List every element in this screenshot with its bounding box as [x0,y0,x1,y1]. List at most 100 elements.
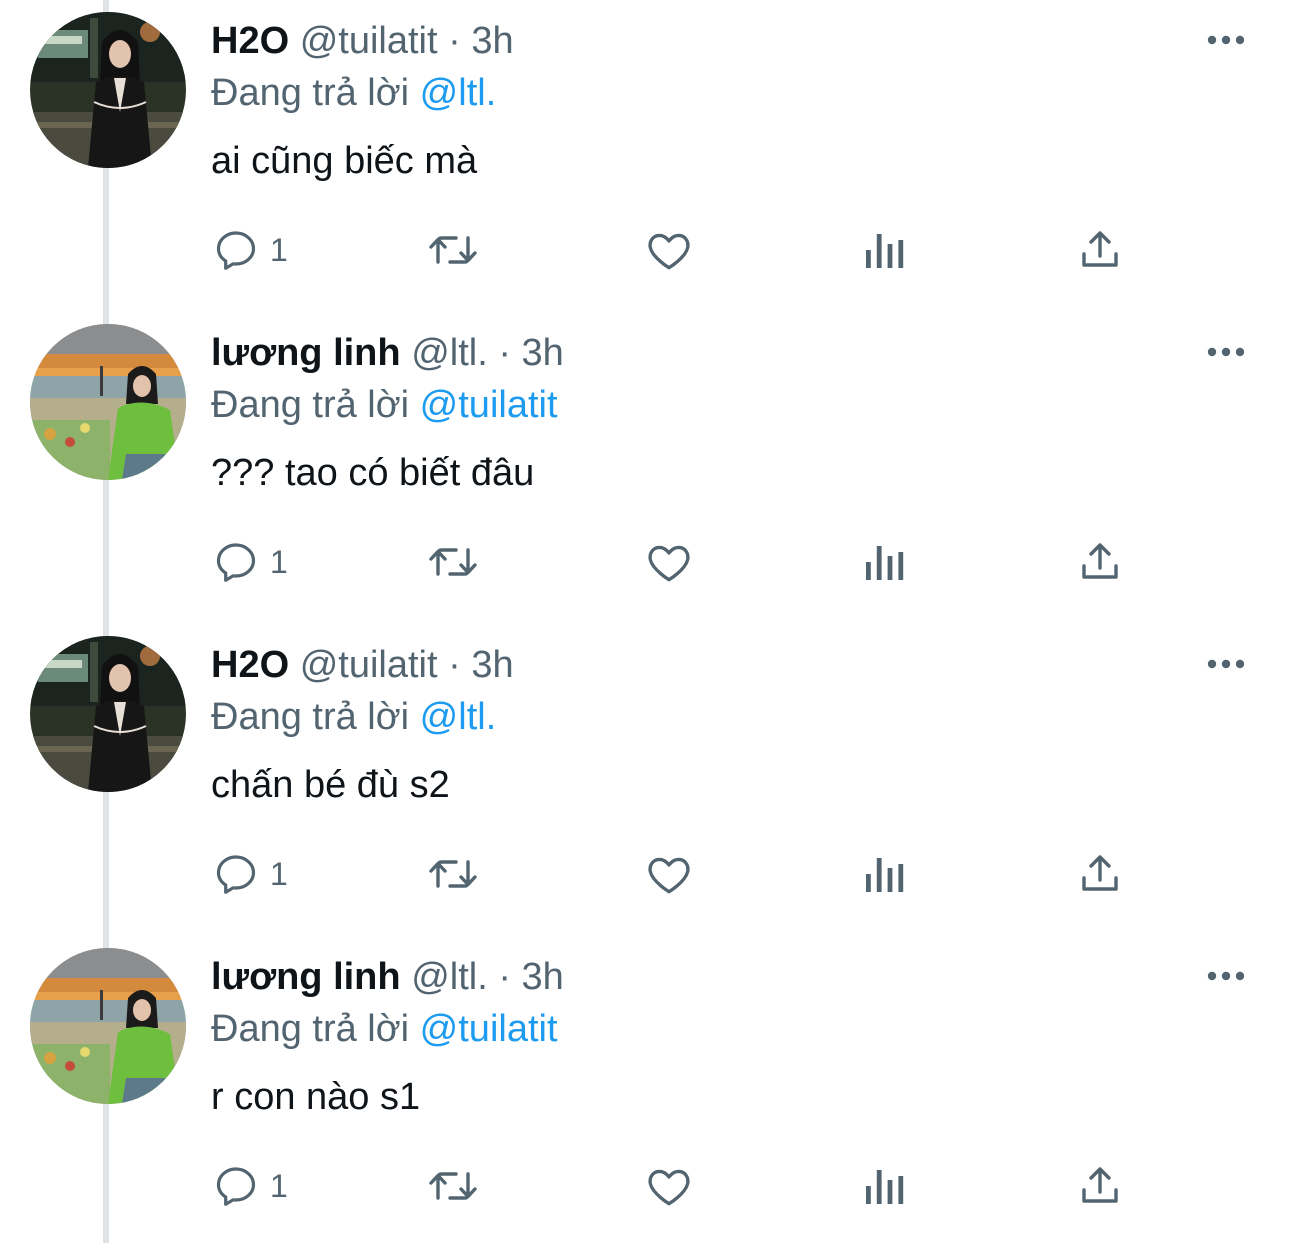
tweet-text: r con nào s1 [211,1076,421,1118]
reply-bubble-icon [216,1167,256,1206]
share-upload-icon [1082,231,1118,267]
display-name[interactable]: lương linh [211,332,401,374]
mention-link[interactable]: @tuilatit [420,384,558,426]
views-bar-chart-icon [866,1170,904,1204]
reply-count: 1 [270,856,288,892]
display-name[interactable]: H2O [211,20,289,62]
separator-dot: · [498,332,511,374]
tweet-text: ??? tao có biết đâu [211,452,535,494]
views-button[interactable] [862,1158,906,1214]
reply-button[interactable]: 1 [212,534,288,590]
heart-icon [648,545,690,582]
reply-count: 1 [270,544,288,580]
replying-to: Đang trả lời @ltl. [211,70,496,116]
mention-link[interactable]: @ltl. [420,696,497,738]
share-button[interactable] [1076,846,1124,902]
like-button[interactable] [644,1158,694,1214]
reply-button[interactable]: 1 [212,222,288,278]
reply-count: 1 [270,232,288,268]
more-options-button[interactable] [1202,340,1250,364]
user-handle[interactable]: @tuilatit [300,20,438,62]
more-dots-icon [1207,347,1245,357]
views-bar-chart-icon [866,546,904,580]
views-button[interactable] [862,222,906,278]
more-dots-icon [1207,35,1245,45]
tweet-header: lương linh @ltl. · 3h [211,954,564,1000]
retweet-icon [429,236,477,264]
reply-button[interactable]: 1 [212,846,288,902]
share-button[interactable] [1076,534,1124,590]
user-handle[interactable]: @ltl. [411,332,488,374]
views-button[interactable] [862,846,906,902]
more-dots-icon [1207,659,1245,669]
avatar[interactable] [30,12,186,168]
reply-button[interactable]: 1 [212,1158,288,1214]
more-options-button[interactable] [1202,652,1250,676]
like-button[interactable] [644,846,694,902]
share-button[interactable] [1076,222,1124,278]
display-name[interactable]: lương linh [211,956,401,998]
tweet-header: H2O @tuilatit · 3h [211,642,514,688]
tweet-text: ai cũng biếc mà [211,140,478,182]
share-upload-icon [1082,1167,1118,1203]
mention-link[interactable]: @ltl. [420,72,497,114]
replying-to-label: Đang trả lời [211,1008,410,1050]
reply-bubble-icon [216,855,256,894]
tweet-reply[interactable]: lương linh @ltl. · 3h Đang trả lời @tuil… [0,936,1290,1248]
more-dots-icon [1207,971,1245,981]
replying-to-label: Đang trả lời [211,384,410,426]
tweet-reply[interactable]: H2O @tuilatit · 3h Đang trả lời @ltl. ai… [0,0,1290,312]
retweet-button[interactable] [426,846,480,902]
replying-to: Đang trả lời @ltl. [211,694,496,740]
avatar[interactable] [30,948,186,1104]
share-upload-icon [1082,855,1118,891]
tweet-text: chấn bé đù s2 [211,764,450,806]
timestamp[interactable]: 3h [471,20,513,62]
replying-to: Đang trả lời @tuilatit [211,1006,558,1052]
more-options-button[interactable] [1202,964,1250,988]
retweet-button[interactable] [426,222,480,278]
retweet-button[interactable] [426,534,480,590]
heart-icon [648,857,690,894]
heart-icon [648,233,690,270]
tweet-header: H2O @tuilatit · 3h [211,18,514,64]
like-button[interactable] [644,222,694,278]
replying-to-label: Đang trả lời [211,72,410,114]
separator-dot: · [448,20,461,62]
user-handle[interactable]: @ltl. [411,956,488,998]
sunset-beach-avatar-image [30,948,186,1104]
reply-bubble-icon [216,231,256,270]
views-button[interactable] [862,534,906,590]
views-bar-chart-icon [866,858,904,892]
heart-icon [648,1169,690,1206]
views-bar-chart-icon [866,234,904,268]
reply-bubble-icon [216,543,256,582]
display-name[interactable]: H2O [211,644,289,686]
sunset-beach-avatar-image [30,324,186,480]
night-street-avatar-image [30,12,186,168]
retweet-icon [429,548,477,576]
share-upload-icon [1082,543,1118,579]
reply-count: 1 [270,1168,288,1204]
separator-dot: · [498,956,511,998]
avatar[interactable] [30,324,186,480]
retweet-button[interactable] [426,1158,480,1214]
like-button[interactable] [644,534,694,590]
retweet-icon [429,860,477,888]
replying-to: Đang trả lời @tuilatit [211,382,558,428]
tweet-reply[interactable]: H2O @tuilatit · 3h Đang trả lời @ltl. ch… [0,624,1290,936]
timestamp[interactable]: 3h [522,956,564,998]
tweet-reply[interactable]: lương linh @ltl. · 3h Đang trả lời @tuil… [0,312,1290,624]
user-handle[interactable]: @tuilatit [300,644,438,686]
avatar[interactable] [30,636,186,792]
more-options-button[interactable] [1202,28,1250,52]
timestamp[interactable]: 3h [522,332,564,374]
retweet-icon [429,1172,477,1200]
replying-to-label: Đang trả lời [211,696,410,738]
timestamp[interactable]: 3h [471,644,513,686]
share-button[interactable] [1076,1158,1124,1214]
separator-dot: · [448,644,461,686]
night-street-avatar-image [30,636,186,792]
mention-link[interactable]: @tuilatit [420,1008,558,1050]
tweet-header: lương linh @ltl. · 3h [211,330,564,376]
